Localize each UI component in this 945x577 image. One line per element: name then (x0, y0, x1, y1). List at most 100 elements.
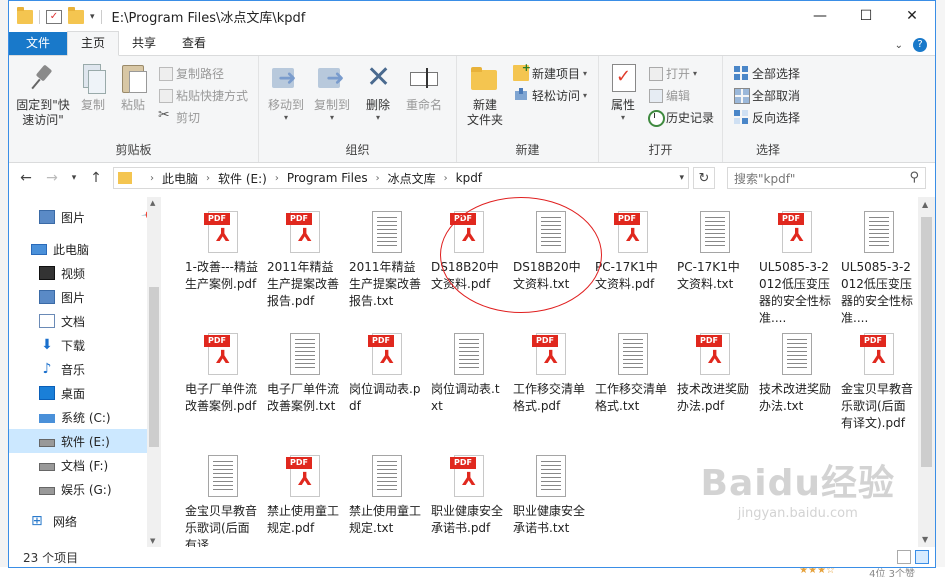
breadcrumb-bingdian[interactable]: 冰点文库 (388, 170, 436, 187)
nav-scrollbar[interactable]: ▲ ▼ (147, 197, 161, 547)
tab-view[interactable]: 查看 (169, 32, 219, 55)
nav-item[interactable]: 文档 (F:) (9, 453, 161, 477)
view-toggle (897, 550, 929, 564)
select-all-button[interactable]: 全部选择 (733, 64, 800, 82)
scroll-down-icon[interactable]: ▼ (150, 537, 155, 545)
txt-file-item[interactable]: 2011年精益生产提案改善报告.txt (345, 207, 427, 329)
pdf-file-item[interactable]: PDF ⅄ 岗位调动表.pdf (345, 329, 427, 451)
txt-file-item[interactable]: 岗位调动表.txt (427, 329, 509, 451)
nav-item[interactable]: 图片📌 (9, 205, 161, 229)
txt-file-item[interactable]: 禁止使用童工规定.txt (345, 451, 427, 547)
nav-item[interactable]: 桌面 (9, 381, 161, 405)
pdf-file-item[interactable]: PDF ⅄ 2011年精益生产提案改善报告.pdf (263, 207, 345, 329)
file-name: PC-17K1中文资料.pdf (595, 260, 658, 291)
pdf-tag: PDF (286, 457, 312, 469)
back-button[interactable]: ← (15, 167, 37, 189)
copy-path-button[interactable]: 复制路径 (157, 64, 248, 82)
pdf-file-item[interactable]: PDF ⅄ 禁止使用童工规定.pdf (263, 451, 345, 547)
txt-file-item[interactable]: 职业健康安全承诺书.txt (509, 451, 591, 547)
large-icons-view-icon[interactable] (915, 550, 929, 564)
folder-icon (17, 6, 33, 24)
minimize-button[interactable]: — (797, 1, 843, 31)
edit-button[interactable]: 编辑 (647, 86, 714, 104)
text-file-icon (530, 453, 570, 501)
select-none-button[interactable]: 全部取消 (733, 86, 800, 104)
pdf-file-item[interactable]: PDF ⅄ 1-改善---精益生产案例.pdf (181, 207, 263, 329)
txt-file-item[interactable]: DS18B20中文资料.txt (509, 207, 591, 329)
file-name: 禁止使用童工规定.pdf (267, 504, 340, 535)
nav-item[interactable]: ♪ 音乐 (9, 357, 161, 381)
cut-button[interactable]: 剪切 (157, 107, 248, 126)
new-item-button[interactable]: 新建项目 ▾ (513, 61, 587, 82)
tab-home[interactable]: 主页 (67, 31, 120, 56)
paste-shortcut-button[interactable]: 粘贴快捷方式 (157, 86, 248, 104)
chevron-right-icon[interactable]: › (444, 173, 448, 184)
pdf-file-icon: PDF ⅄ (858, 331, 898, 379)
easy-access-button[interactable]: 轻松访问 ▾ (513, 86, 587, 104)
invert-selection-icon (733, 109, 749, 125)
help-icon[interactable]: ? (913, 38, 927, 52)
properties-quick-icon[interactable]: ✓ (46, 9, 62, 24)
open-button[interactable]: 打开 ▾ (647, 64, 714, 82)
txt-file-item[interactable]: 金宝贝早教音乐歌词(后面有译 (181, 451, 263, 547)
invert-selection-button[interactable]: 反向选择 (733, 108, 800, 126)
breadcrumb-kpdf[interactable]: kpdf (456, 171, 482, 185)
recent-locations-icon[interactable]: ▾ (67, 167, 81, 189)
nav-item[interactable]: ⊞ 网络 (9, 509, 161, 533)
details-view-icon[interactable] (897, 550, 911, 564)
search-input[interactable]: 搜索"kpdf" ⚲ (727, 167, 926, 189)
txt-file-item[interactable]: UL5085-3-2012低压变压器的安全性标准.... (837, 207, 919, 329)
pdf-file-item[interactable]: PDF ⅄ 工作移交清单格式.pdf (509, 329, 591, 451)
pdf-file-item[interactable]: PDF ⅄ 电子厂单件流改善案例.pdf (181, 329, 263, 451)
breadcrumb-program-files[interactable]: Program Files (287, 171, 368, 185)
txt-file-item[interactable]: 工作移交清单格式.txt (591, 329, 673, 451)
nav-item-label: 网络 (53, 514, 78, 529)
txt-file-item[interactable]: PC-17K1中文资料.txt (673, 207, 755, 329)
chevron-right-icon[interactable]: › (206, 173, 210, 184)
pdf-file-icon: PDF ⅄ (530, 331, 570, 379)
history-button[interactable]: 历史记录 (647, 108, 714, 127)
nav-item-label: 视频 (61, 266, 86, 281)
pdf-file-item[interactable]: PDF ⅄ UL5085-3-2012低压变压器的安全性标准.... (755, 207, 837, 329)
file-name: 电子厂单件流改善案例.pdf (185, 382, 258, 413)
new-folder-quick-icon[interactable] (68, 6, 84, 24)
pdf-file-item[interactable]: PDF ⅄ 金宝贝早教音乐歌词(后面有译文).pdf (837, 329, 919, 451)
chevron-right-icon[interactable]: › (376, 173, 380, 184)
file-scrollbar[interactable]: ▲ ▼ (918, 197, 935, 547)
nav-item[interactable]: 系统 (C:) (9, 405, 161, 429)
breadcrumb-this-pc[interactable]: 此电脑 (162, 170, 198, 187)
pdf-file-item[interactable]: PDF ⅄ 技术改进奖励办法.pdf (673, 329, 755, 451)
forward-button[interactable]: → (41, 167, 63, 189)
customize-dropdown-icon[interactable]: ▾ (90, 12, 95, 22)
breadcrumb-drive-e[interactable]: 软件 (E:) (218, 170, 267, 187)
pdf-file-item[interactable]: PDF ⅄ PC-17K1中文资料.pdf (591, 207, 673, 329)
tab-share[interactable]: 共享 (119, 32, 169, 55)
file-scroll-thumb[interactable] (921, 217, 932, 467)
nav-item[interactable]: 软件 (E:) (9, 429, 161, 453)
up-button[interactable]: ↑ (85, 167, 107, 189)
nav-scroll-thumb[interactable] (149, 287, 159, 447)
chevron-right-icon[interactable]: › (275, 173, 279, 184)
nav-item[interactable]: 文档 (9, 309, 161, 333)
scroll-up-icon[interactable]: ▲ (150, 199, 155, 207)
pdf-file-item[interactable]: PDF ⅄ 职业健康安全承诺书.pdf (427, 451, 509, 547)
maximize-button[interactable]: ☐ (843, 1, 889, 31)
txt-file-item[interactable]: 电子厂单件流改善案例.txt (263, 329, 345, 451)
scroll-down-icon[interactable]: ▼ (922, 535, 928, 544)
text-file-icon (284, 331, 324, 379)
txt-file-item[interactable]: 技术改进奖励办法.txt (755, 329, 837, 451)
nav-item[interactable]: 视频 (9, 261, 161, 285)
address-dropdown-icon[interactable]: ▾ (679, 173, 684, 183)
open-label: 打开 (666, 66, 691, 81)
collapse-ribbon-icon[interactable]: ⌄ (895, 40, 903, 51)
close-button[interactable]: ✕ (889, 1, 935, 31)
nav-item[interactable]: 图片 (9, 285, 161, 309)
nav-item[interactable]: 此电脑 (9, 237, 161, 261)
address-bar[interactable]: › 此电脑 › 软件 (E:) › Program Files › 冰点文库 ›… (113, 167, 689, 189)
scroll-up-icon[interactable]: ▲ (922, 200, 928, 209)
nav-item[interactable]: ⬇ 下载 (9, 333, 161, 357)
pdf-file-item[interactable]: PDF ⅄ DS18B20中文资料.pdf (427, 207, 509, 329)
nav-item[interactable]: 娱乐 (G:) (9, 477, 161, 501)
refresh-button[interactable]: ↻ (693, 167, 715, 189)
tab-file[interactable]: 文件 (9, 32, 67, 55)
